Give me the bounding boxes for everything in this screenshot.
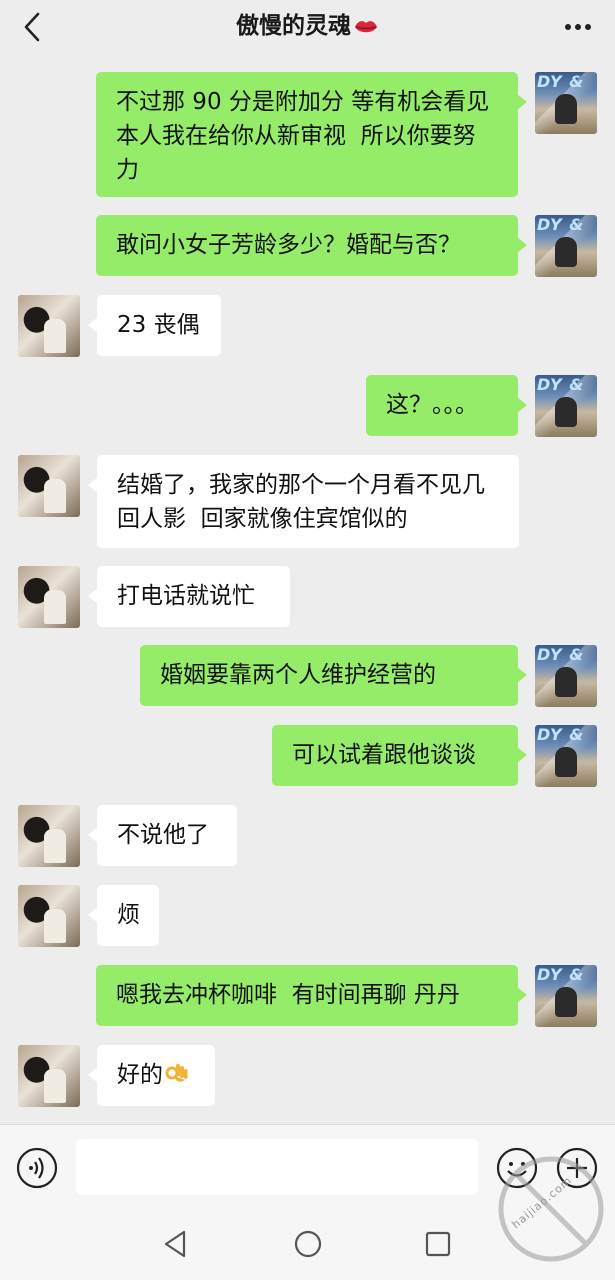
ok-hand-icon	[165, 1064, 188, 1082]
message-bubble-her[interactable]: 好的	[88, 1045, 215, 1106]
message-bubble-me[interactable]: 嗯我去冲杯咖啡 有时间再聊 丹丹	[96, 965, 527, 1026]
voice-icon[interactable]	[16, 1147, 58, 1189]
message-bubble-me[interactable]: 这？。。。	[366, 375, 527, 436]
message-bubble-her[interactable]: 结婚了，我家的那个一个月看不见几回人影 回家就像住宾馆似的	[88, 455, 519, 548]
avatar-her[interactable]	[18, 566, 80, 628]
avatar-her[interactable]	[18, 295, 80, 357]
avatar-me[interactable]: DY &	[535, 725, 597, 787]
avatar-her[interactable]	[18, 805, 80, 867]
message-bubble-me[interactable]: 不过那 90 分是附加分 等有机会看见本人我在给你从新审视 所以你要努力	[96, 72, 527, 197]
avatar-her[interactable]	[18, 455, 80, 517]
chat-title-text: 傲慢的灵魂	[236, 13, 351, 39]
message-bubble-her[interactable]: 不说他了	[88, 805, 237, 866]
message-bubble-me[interactable]: 婚姻要靠两个人维护经营的	[140, 645, 527, 706]
avatar-me[interactable]: DY &	[535, 72, 597, 134]
message-text: 好的	[117, 1062, 163, 1088]
kiss-lips-icon	[355, 20, 377, 32]
message-list[interactable]: DY & 不过那 90 分是附加分 等有机会看见本人我在给你从新审视 所以你要努…	[0, 54, 615, 1124]
message-bubble-her[interactable]: 23 丧偶	[88, 295, 221, 356]
avatar-her[interactable]	[18, 1045, 80, 1107]
message-bubble-me[interactable]: 敢问小女子芳龄多少？婚配与否？	[96, 215, 527, 276]
avatar-me[interactable]: DY &	[535, 965, 597, 1027]
avatar-me[interactable]: DY &	[535, 375, 597, 437]
avatar-me[interactable]: DY &	[535, 645, 597, 707]
more-dots-icon[interactable]	[563, 18, 593, 36]
message-input[interactable]	[76, 1139, 478, 1195]
nav-home-icon[interactable]	[292, 1228, 324, 1260]
avatar-me[interactable]: DY &	[535, 215, 597, 277]
avatar-her[interactable]	[18, 885, 80, 947]
nav-recent-icon[interactable]	[424, 1230, 452, 1258]
message-bubble-me[interactable]: 可以试着跟他谈谈	[272, 725, 527, 786]
nav-back-icon[interactable]	[160, 1228, 192, 1260]
chat-header: 傲慢的灵魂	[0, 0, 615, 54]
watermark-logo	[498, 1156, 604, 1262]
message-bubble-her[interactable]: 烦	[88, 885, 159, 946]
message-bubble-her[interactable]: 打电话就说忙	[88, 566, 290, 627]
chat-title: 傲慢的灵魂	[0, 10, 615, 42]
